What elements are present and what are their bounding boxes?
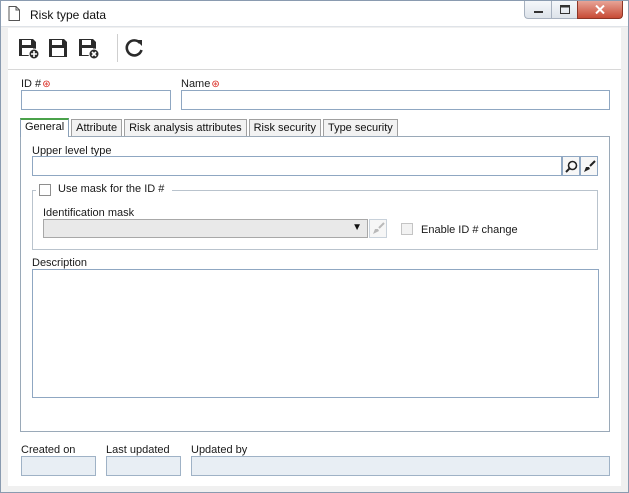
refresh-icon <box>125 39 143 57</box>
mask-group-legend: Use mask for the ID # <box>36 183 172 197</box>
save-close-button[interactable] <box>76 36 100 60</box>
use-mask-checkbox[interactable] <box>39 184 51 196</box>
toolbar-separator <box>117 34 118 62</box>
search-button[interactable] <box>562 156 580 176</box>
tab-general[interactable]: General <box>20 118 70 137</box>
minimize-button[interactable] <box>524 1 551 19</box>
last-updated-label: Last updated <box>106 444 170 456</box>
clear-button[interactable] <box>580 156 598 176</box>
close-button[interactable] <box>577 1 623 19</box>
name-label-text: Name <box>181 78 211 90</box>
save-close-icon <box>79 39 99 59</box>
window-controls <box>524 1 623 22</box>
name-label: Name⊛ <box>181 78 220 90</box>
maximize-button[interactable] <box>551 1 577 19</box>
description-label: Description <box>32 257 88 269</box>
toolbar <box>8 28 621 70</box>
description-field[interactable] <box>32 269 599 398</box>
eraser-icon <box>583 159 596 172</box>
mask-clear-button[interactable] <box>369 219 387 238</box>
general-tab-pane: Upper level type Use mask for the ID # I… <box>20 136 610 432</box>
tab-attribute[interactable]: Attribute <box>71 119 123 137</box>
risk-type-window: Risk type data ID #⊛ Name⊛ General Attri… <box>0 0 629 493</box>
id-label: ID #⊛ <box>21 78 51 90</box>
document-icon <box>8 6 20 21</box>
save-new-button[interactable] <box>16 36 40 60</box>
created-on-field <box>21 456 96 476</box>
updated-by-label: Updated by <box>191 444 248 456</box>
enable-id-change-label: Enable ID # change <box>421 224 518 236</box>
identification-mask-select[interactable]: ▼ <box>43 219 368 238</box>
tab-strip: General Attribute Risk analysis attribut… <box>20 118 400 137</box>
updated-by-field <box>191 456 610 476</box>
tab-risk-security[interactable]: Risk security <box>248 119 321 137</box>
last-updated-field <box>106 456 181 476</box>
search-icon <box>564 160 577 173</box>
enable-id-change-checkbox[interactable] <box>401 223 413 235</box>
dropdown-arrow-icon: ▼ <box>352 222 362 233</box>
form-panel: ID #⊛ Name⊛ General Attribute Risk analy… <box>8 70 621 486</box>
required-icon: ⊛ <box>211 79 220 90</box>
tab-type-security[interactable]: Type security <box>322 119 398 137</box>
name-field[interactable] <box>181 90 610 110</box>
use-mask-label: Use mask for the ID # <box>58 183 165 195</box>
identification-mask-label: Identification mask <box>43 207 135 219</box>
save-icon <box>49 39 67 57</box>
created-on-label: Created on <box>21 444 76 456</box>
upper-level-type-field[interactable] <box>32 156 562 176</box>
close-icon <box>595 5 605 14</box>
save-new-icon <box>19 39 39 59</box>
window-title: Risk type data <box>30 8 107 22</box>
tab-risk-analysis-attributes[interactable]: Risk analysis attributes <box>124 119 247 137</box>
mask-group: Use mask for the ID # Identification mas… <box>32 183 598 250</box>
eraser-icon <box>372 222 385 234</box>
save-button[interactable] <box>46 36 70 60</box>
required-icon: ⊛ <box>42 79 51 90</box>
title-bar[interactable]: Risk type data <box>1 1 628 27</box>
id-field[interactable] <box>21 90 171 110</box>
id-label-text: ID # <box>21 78 42 90</box>
maximize-icon <box>559 5 570 14</box>
minimize-icon <box>533 11 543 13</box>
refresh-button[interactable] <box>122 36 146 60</box>
